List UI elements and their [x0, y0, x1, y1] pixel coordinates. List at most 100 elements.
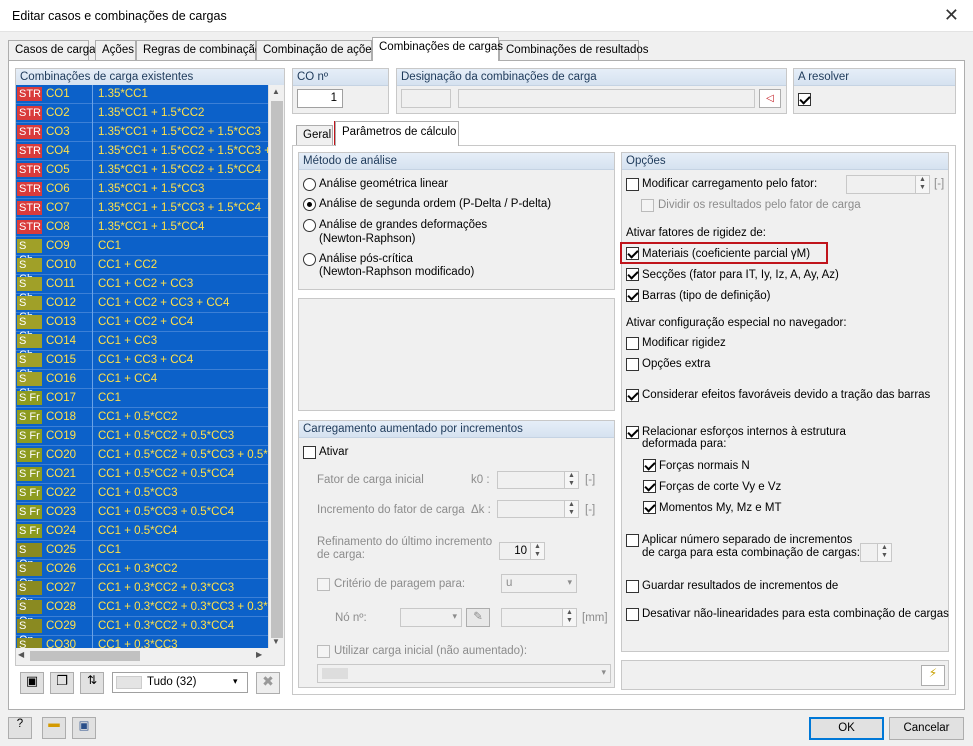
list-item[interactable]: S Qp CO25 CC1: [16, 541, 268, 570]
copy-combo-button[interactable]: ❐: [50, 672, 74, 694]
list-item[interactable]: S Qp CO29 CC1 + 0.3*CC2 + 0.3*CC4: [16, 617, 268, 646]
modify-load-input[interactable]: ▲ ▼: [846, 175, 930, 194]
list-item[interactable]: S Fr CO19 CC1 + 0.5*CC2 + 0.5*CC3: [16, 427, 268, 446]
list-item[interactable]: S Ch CO13 CC1 + CC2 + CC4: [16, 313, 268, 342]
designation-input[interactable]: [458, 89, 755, 108]
scroll-right-icon[interactable]: ▶: [256, 650, 262, 659]
stop-criterion-checkbox[interactable]: [317, 578, 330, 591]
designation-pick-button[interactable]: ◁: [759, 89, 781, 108]
cancel-button[interactable]: Cancelar: [889, 717, 964, 740]
stop-criterion-select[interactable]: u ▾: [501, 574, 577, 593]
tab-combinacoes-resultados[interactable]: Combinações de resultados: [499, 40, 649, 60]
list-item[interactable]: S Ch CO11 CC1 + CC2 + CC3: [16, 275, 268, 304]
list-vertical-scrollbar[interactable]: ▲ ▼: [268, 85, 284, 648]
radio-linear[interactable]: [303, 178, 316, 191]
list-item[interactable]: S Qp CO26 CC1 + 0.3*CC2: [16, 560, 268, 589]
radio-second-order[interactable]: [303, 198, 316, 211]
delete-combo-button[interactable]: ✖: [256, 672, 280, 694]
spin-icon[interactable]: ▲ ▼: [915, 176, 929, 193]
list-item[interactable]: S Fr CO24 CC1 + 0.5*CC4: [16, 522, 268, 541]
list-item[interactable]: S Fr CO21 CC1 + 0.5*CC2 + 0.5*CC4: [16, 465, 268, 484]
tab-combinacoes-cargas[interactable]: Combinações de cargas: [372, 37, 503, 61]
scroll-left-icon[interactable]: ◀: [18, 650, 24, 659]
use-initial-checkbox[interactable]: [317, 645, 330, 658]
co-number-input[interactable]: 1: [297, 89, 343, 108]
tab-combinacao-acoes[interactable]: Combinação de ações: [256, 40, 377, 60]
close-icon[interactable]: ✕: [944, 5, 959, 26]
combo-list[interactable]: STR CO1 1.35*CC1 STR CO2 1.35*CC1 + 1.5*CC2 ST…: [16, 85, 268, 648]
help-button[interactable]: ?: [8, 717, 32, 739]
normal-forces-checkbox[interactable]: [643, 459, 656, 472]
factor-inc-input[interactable]: ▲ ▼: [497, 500, 579, 518]
designation-prefix-input[interactable]: [401, 89, 451, 108]
save-button[interactable]: ▣: [72, 717, 96, 739]
bars-checkbox[interactable]: [626, 289, 639, 302]
scroll-up-icon[interactable]: ▲: [272, 87, 280, 96]
list-item[interactable]: S Ch CO14 CC1 + CC3: [16, 332, 268, 361]
list-item[interactable]: STR CO3 1.35*CC1 + 1.5*CC2 + 1.5*CC3: [16, 123, 268, 142]
tab-casos-de-carga[interactable]: Casos de carga: [8, 40, 96, 60]
renumber-button[interactable]: ⇅: [80, 672, 104, 694]
list-item[interactable]: STR CO5 1.35*CC1 + 1.5*CC2 + 1.5*CC4: [16, 161, 268, 180]
new-combo-button[interactable]: ▣: [20, 672, 44, 694]
spin-icon[interactable]: ▲ ▼: [877, 544, 891, 561]
filter-select[interactable]: Tudo (32) ▾: [112, 672, 248, 693]
list-item[interactable]: STR CO6 1.35*CC1 + 1.5*CC3: [16, 180, 268, 199]
list-item[interactable]: S Qp CO30 CC1 + 0.3*CC3: [16, 636, 268, 648]
list-item[interactable]: S Fr CO20 CC1 + 0.5*CC2 + 0.5*CC3 + 0.5*: [16, 446, 268, 465]
favor-checkbox[interactable]: [626, 389, 639, 402]
list-item[interactable]: S Ch CO16 CC1 + CC4: [16, 370, 268, 399]
list-item[interactable]: S Ch CO15 CC1 + CC3 + CC4: [16, 351, 268, 380]
ok-button[interactable]: OK: [809, 717, 884, 740]
list-item[interactable]: S Fr CO22 CC1 + 0.5*CC3: [16, 484, 268, 503]
list-item[interactable]: S Ch CO12 CC1 + CC2 + CC3 + CC4: [16, 294, 268, 323]
moments-checkbox[interactable]: [643, 501, 656, 514]
radio-post-crit[interactable]: [303, 253, 316, 266]
list-item[interactable]: STR CO7 1.35*CC1 + 1.5*CC3 + 1.5*CC4: [16, 199, 268, 218]
list-item[interactable]: STR CO2 1.35*CC1 + 1.5*CC2: [16, 104, 268, 123]
node-pick-button[interactable]: ✎: [466, 608, 490, 627]
spin-icon[interactable]: ▲ ▼: [562, 609, 576, 626]
tab-regras[interactable]: Regras de combinação: [136, 40, 261, 60]
resolve-checkbox[interactable]: [798, 93, 811, 106]
list-item[interactable]: STR CO1 1.35*CC1: [16, 85, 268, 104]
list-item[interactable]: S Fr CO18 CC1 + 0.5*CC2: [16, 408, 268, 427]
apply-incr-input[interactable]: ▲ ▼: [860, 543, 892, 562]
apply-incr-checkbox[interactable]: [626, 534, 639, 547]
node-select[interactable]: ▾: [400, 608, 462, 627]
tab-acoes[interactable]: Ações: [95, 40, 136, 60]
list-item[interactable]: S Qp CO27 CC1 + 0.3*CC2 + 0.3*CC3: [16, 579, 268, 608]
modify-load-checkbox[interactable]: [626, 178, 639, 191]
list-item[interactable]: S Fr CO23 CC1 + 0.5*CC3 + 0.5*CC4: [16, 503, 268, 522]
incr-activate-checkbox[interactable]: [303, 446, 316, 459]
extra-settings-button[interactable]: ⚡: [921, 665, 945, 686]
scroll-thumb[interactable]: [271, 101, 283, 638]
open-button[interactable]: ▬: [42, 717, 66, 739]
list-item[interactable]: STR CO4 1.35*CC1 + 1.5*CC2 + 1.5*CC3 +: [16, 142, 268, 161]
use-initial-select[interactable]: ▾: [317, 664, 611, 683]
extra-checkbox[interactable]: [626, 358, 639, 371]
node-value-input[interactable]: ▲ ▼: [501, 608, 577, 627]
mod-stiff-checkbox[interactable]: [626, 337, 639, 350]
subtab-parametros[interactable]: Parâmetros de cálculo: [335, 121, 459, 146]
spin-icon[interactable]: ▲ ▼: [564, 501, 578, 517]
save-incr-checkbox[interactable]: [626, 580, 639, 593]
sections-checkbox[interactable]: [626, 268, 639, 281]
spin-icon[interactable]: ▲ ▼: [530, 543, 544, 559]
list-item[interactable]: S Qp CO28 CC1 + 0.3*CC2 + 0.3*CC3 + 0.3*: [16, 598, 268, 627]
shear-forces-checkbox[interactable]: [643, 480, 656, 493]
list-item[interactable]: S Ch CO9 CC1: [16, 237, 268, 266]
divide-results-checkbox[interactable]: [641, 199, 654, 212]
list-horizontal-scrollbar[interactable]: ◀ ▶: [16, 648, 268, 664]
list-item[interactable]: S Ch CO10 CC1 + CC2: [16, 256, 268, 285]
list-item[interactable]: S Fr CO17 CC1: [16, 389, 268, 408]
radio-large-def[interactable]: [303, 219, 316, 232]
hscroll-thumb[interactable]: [30, 651, 140, 661]
list-item[interactable]: STR CO8 1.35*CC1 + 1.5*CC4: [16, 218, 268, 237]
initial-factor-input[interactable]: ▲ ▼: [497, 471, 579, 489]
deactivate-checkbox[interactable]: [626, 608, 639, 621]
subtab-geral[interactable]: Geral: [296, 125, 333, 145]
spin-icon[interactable]: ▲ ▼: [564, 472, 578, 488]
relate-checkbox[interactable]: [626, 426, 639, 439]
scroll-down-icon[interactable]: ▼: [272, 637, 280, 646]
